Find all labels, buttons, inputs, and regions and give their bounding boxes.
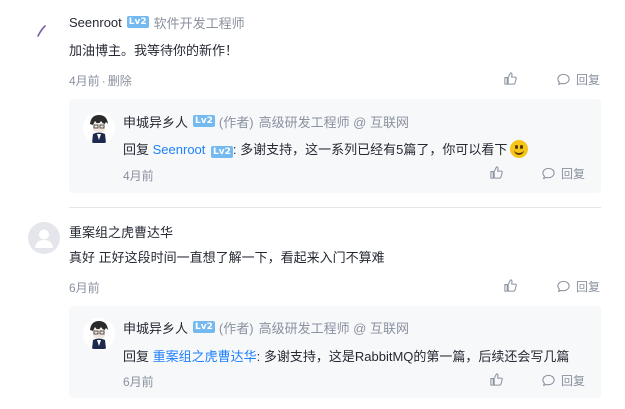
- user-name[interactable]: 申城异乡人: [123, 318, 188, 337]
- comment-bubble-icon: [542, 374, 555, 387]
- level-badge: Lv2: [126, 16, 149, 28]
- like-button[interactable]: [503, 278, 518, 293]
- thumbs-up-icon: [490, 166, 503, 179]
- reply-to-user[interactable]: 重案组之虎曹达华: [153, 349, 257, 364]
- thumbs-up-icon: [504, 72, 517, 85]
- reply-to-user[interactable]: Seenroot: [153, 142, 206, 157]
- default-user-icon: [35, 229, 53, 248]
- avatar[interactable]: [83, 318, 115, 350]
- user-name[interactable]: 重案组之虎曹达华: [69, 222, 173, 241]
- comment-content: 真好 正好这段时间一直想了解一下，看起来入门不算难: [69, 250, 385, 265]
- user-role: 高级研发工程师 @ 互联网: [258, 320, 409, 336]
- reply-prefix: 回复: [123, 142, 150, 157]
- level-badge: Lv2: [211, 146, 233, 158]
- reply-label: 回复: [576, 280, 601, 294]
- author-avatar-icon: [83, 318, 115, 350]
- comment-bubble-icon: [557, 73, 570, 86]
- level-badge: Lv2: [193, 321, 215, 333]
- comment-header: 重案组之虎曹达华: [69, 222, 173, 240]
- reply-box: 申城异乡人 Lv2 (作者) 高级研发工程师 @ 互联网 回复 Seenroot…: [69, 99, 601, 193]
- reply-label: 回复: [561, 167, 586, 181]
- author-tag: (作者): [218, 320, 254, 336]
- reply-time: 6月前: [123, 375, 154, 389]
- author-tag: (作者): [218, 114, 254, 130]
- user-name[interactable]: 申城异乡人: [123, 112, 188, 131]
- reply-label: 回复: [576, 73, 601, 87]
- like-button[interactable]: [503, 71, 518, 86]
- comment-divider: [69, 207, 601, 208]
- thumbs-up-icon: [504, 279, 517, 292]
- thumbs-up-icon: [490, 373, 503, 386]
- reply-button[interactable]: 回复: [541, 165, 585, 182]
- author-avatar-icon: [83, 112, 115, 144]
- user-name[interactable]: Seenroot: [69, 15, 122, 30]
- avatar[interactable]: [28, 222, 60, 254]
- reply-header: 申城异乡人 Lv2 (作者) 高级研发工程师 @ 互联网: [123, 318, 409, 336]
- user-role: 软件开发工程师: [153, 15, 245, 31]
- smile-emoji-icon: [510, 140, 529, 158]
- reply-button[interactable]: 回复: [541, 372, 585, 389]
- like-button[interactable]: [489, 372, 504, 387]
- reply-text: : 多谢支持，这是RabbitMQ的第一篇，后续还会写几篇: [256, 349, 570, 364]
- level-badge: Lv2: [193, 115, 215, 127]
- reply-prefix: 回复: [123, 349, 150, 364]
- delete-button[interactable]: 删除: [108, 74, 132, 88]
- like-button[interactable]: [489, 165, 504, 180]
- meta-separator: ·: [101, 74, 106, 88]
- user-role: 高级研发工程师 @ 互联网: [258, 114, 409, 130]
- avatar-feather-icon: [37, 25, 46, 37]
- comment-time: 6月前: [69, 281, 100, 295]
- reply-text: : 多谢支持，这一系列已经有5篇了，你可以看下: [232, 142, 508, 157]
- comment-bubble-icon: [542, 167, 555, 180]
- reply-button[interactable]: 回复: [556, 278, 600, 295]
- avatar[interactable]: [28, 12, 60, 44]
- reply-button[interactable]: 回复: [556, 71, 600, 88]
- reply-header: 申城异乡人 Lv2 (作者) 高级研发工程师 @ 互联网: [123, 112, 409, 130]
- comment-time: 4月前: [69, 74, 100, 88]
- reply-label: 回复: [561, 374, 586, 388]
- comment-bubble-icon: [557, 280, 570, 293]
- avatar[interactable]: [83, 112, 115, 144]
- reply-content: 回复 Seenroot Lv2: 多谢支持，这一系列已经有5篇了，你可以看下: [123, 139, 529, 158]
- reply-content: 回复 重案组之虎曹达华: 多谢支持，这是RabbitMQ的第一篇，后续还会写几篇: [123, 346, 569, 365]
- reply-box: 申城异乡人 Lv2 (作者) 高级研发工程师 @ 互联网 回复 重案组之虎曹达华…: [69, 306, 601, 398]
- comment-content: 加油博主。我等待你的新作！: [69, 43, 239, 58]
- comment-meta: 4月前 · 删除: [69, 72, 132, 89]
- reply-time: 4月前: [123, 169, 154, 183]
- comment-header: Seenroot Lv2 软件开发工程师: [69, 13, 245, 31]
